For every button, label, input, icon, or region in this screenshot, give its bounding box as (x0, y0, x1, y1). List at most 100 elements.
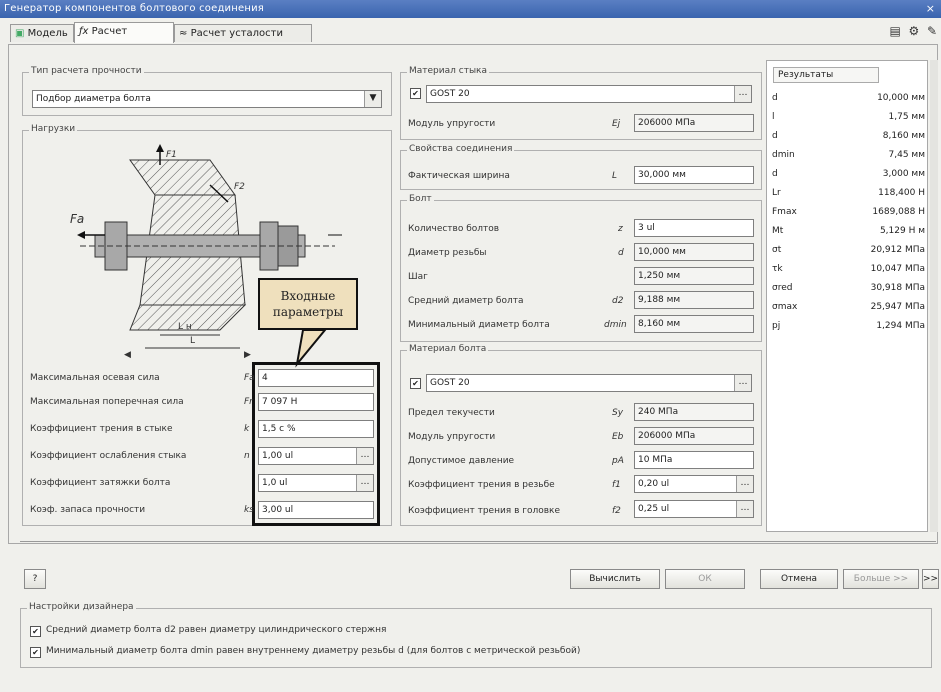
weakening-input[interactable]: 1,00 ul … (258, 447, 374, 465)
dots-icon[interactable]: … (736, 501, 753, 517)
tab-bar: ▣ Модель ƒx Расчет ≈ Расчет усталости ▤ … (0, 20, 941, 44)
bolt-value-3: 9,188 мм (638, 295, 681, 305)
dots-icon[interactable]: … (734, 375, 751, 391)
pitch-field[interactable]: 1,250 мм (634, 267, 754, 285)
allowable-pressure-input[interactable]: 10 МПа (634, 451, 754, 469)
result-row: Mt 5,129 Н м (766, 223, 931, 242)
safety-factor-input[interactable]: 3,00 ul (258, 501, 374, 519)
close-icon[interactable]: × (926, 2, 935, 15)
left-label-3: Коэффициент ослабления стыка (30, 451, 187, 461)
edit-icon[interactable]: ✎ (927, 24, 937, 38)
bolt-material-select[interactable]: GOST 20… (426, 374, 752, 392)
scroll-right-icon[interactable]: ▶ (244, 350, 251, 360)
radial-force-input[interactable]: 7 097 Н (258, 393, 374, 411)
dots-icon[interactable]: … (356, 448, 373, 464)
export-icon[interactable]: ▤ (890, 24, 901, 38)
width-input[interactable]: 30,000 мм (634, 166, 754, 184)
bolt-modulus-field[interactable]: 206000 МПа (634, 427, 754, 445)
settings-icon[interactable]: ⚙ (909, 24, 920, 38)
dots-icon[interactable]: … (356, 475, 373, 491)
tab-calculation-label: Расчет (91, 26, 128, 37)
bm-value-4: 0,25 ul (638, 504, 670, 514)
result-label: l (772, 112, 775, 122)
fatigue-icon: ≈ (179, 28, 188, 39)
bolt-label-0: Количество болтов (408, 224, 500, 234)
result-row: d 10,000 мм (766, 90, 931, 109)
callout-line1: Входные (280, 289, 336, 303)
cancel-button[interactable]: Отмена (760, 569, 838, 589)
result-value: 3,000 мм (882, 169, 925, 179)
f1-label: F1 (166, 150, 177, 160)
result-label: σmax (772, 302, 798, 312)
ok-button[interactable]: ОК (665, 569, 745, 589)
axial-force-input[interactable]: 4 (258, 369, 374, 387)
opt1-checkbox[interactable]: ✔ (30, 626, 41, 637)
min-diameter-field[interactable]: 8,160 мм (634, 315, 754, 333)
tab-fatigue[interactable]: ≈ Расчет усталости (174, 24, 312, 42)
bm-label-0: Предел текучести (408, 408, 495, 418)
calc-type-value: Подбор диаметра болта (36, 94, 151, 104)
head-friction-input[interactable]: 0,25 ul … (634, 500, 754, 518)
tab-calculation[interactable]: ƒx Расчет (74, 22, 174, 43)
bm-value-3: 0,20 ul (638, 479, 670, 489)
result-label: d (772, 131, 778, 141)
chevron-down-icon[interactable]: ▼ (364, 91, 381, 107)
result-label: σred (772, 283, 793, 293)
dots-icon[interactable]: … (736, 476, 753, 492)
opt2-checkbox[interactable]: ✔ (30, 647, 41, 658)
window-title: Генератор компонентов болтового соединен… (4, 3, 264, 14)
left-label-5: Коэф. запаса прочности (30, 505, 146, 515)
bolt-sym-4: dmin (604, 320, 627, 330)
bm-label-2: Допустимое давление (408, 456, 515, 466)
l-label: L (190, 336, 196, 346)
results-scrollbar[interactable] (930, 60, 938, 532)
joint-material-select[interactable]: GOST 20… (426, 85, 752, 103)
result-row: σred 30,918 МПа (766, 280, 931, 299)
joint-modulus-label: Модуль упругости (408, 119, 496, 129)
bolt-title: Болт (407, 194, 434, 204)
result-label: σt (772, 245, 782, 255)
yield-strength-field[interactable]: 240 МПа (634, 403, 754, 421)
results-title: Результаты (773, 67, 879, 83)
result-value: 8,160 мм (882, 131, 925, 141)
expand-button[interactable]: >> (922, 569, 939, 589)
fa-label: Fa (70, 212, 85, 226)
result-row: τk 10,047 МПа (766, 261, 931, 280)
result-row: d 8,160 мм (766, 128, 931, 147)
left-sym-2: k (244, 424, 250, 434)
more-button[interactable]: Больше >> (843, 569, 919, 589)
thread-diameter-field[interactable]: 10,000 мм (634, 243, 754, 261)
joint-modulus-field[interactable]: 206000 МПа (634, 114, 754, 132)
bm-label-4: Коэффициент трения в головке (408, 506, 561, 516)
bolt-label-3: Средний диаметр болта (408, 296, 524, 306)
friction-joint-input[interactable]: 1,5 с % (258, 420, 374, 438)
tightening-input[interactable]: 1,0 ul… (258, 474, 374, 492)
tab-model[interactable]: ▣ Модель (10, 24, 74, 42)
more-options-group: Настройки дизайнера (20, 602, 932, 668)
mid-diameter-field[interactable]: 9,188 мм (634, 291, 754, 309)
bm-sym-2: pA (612, 456, 624, 466)
result-value: 30,918 МПа (870, 283, 925, 293)
left-sym-5: ks (244, 505, 254, 515)
opt2-label: Минимальный диаметр болта dmin равен вну… (46, 646, 581, 656)
help-button[interactable]: ? (24, 569, 46, 589)
left-label-2: Коэффициент трения в стыке (30, 424, 173, 434)
scroll-left-icon[interactable]: ◀ (124, 350, 131, 360)
bolt-material-title: Материал болта (407, 344, 489, 354)
thread-friction-input[interactable]: 0,20 ul … (634, 475, 754, 493)
bolt-material-checkbox[interactable]: ✔ (410, 378, 421, 389)
left-sym-1: Fr (244, 397, 253, 407)
calc-type-select[interactable]: Подбор диаметра болта ▼ (32, 90, 382, 108)
width-label: Фактическая ширина (408, 171, 510, 181)
left-value-3: 1,00 ul (262, 451, 294, 461)
result-value: 1,294 МПа (876, 321, 925, 331)
joint-modulus-value: 206000 МПа (638, 118, 696, 128)
dots-icon[interactable]: … (734, 86, 751, 102)
width-sym: L (612, 171, 618, 181)
bolt-count-input[interactable]: 3 ul (634, 219, 754, 237)
calculate-button[interactable]: Вычислить (570, 569, 660, 589)
joint-material-checkbox[interactable]: ✔ (410, 88, 421, 99)
title-bar: Генератор компонентов болтового соединен… (0, 0, 941, 18)
joint-material-title: Материал стыка (407, 66, 489, 76)
lh-label: L н (178, 322, 192, 332)
